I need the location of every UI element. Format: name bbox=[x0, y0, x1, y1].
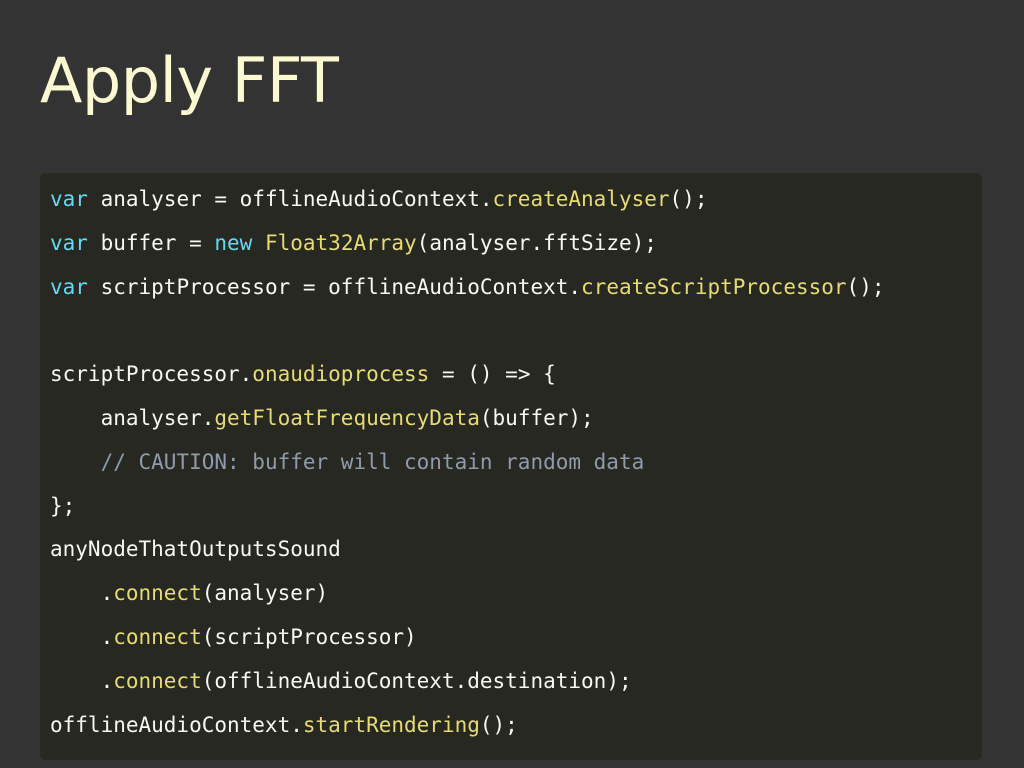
code-text: scriptProcessor = offlineAudioContext. bbox=[87, 274, 582, 299]
code-text: (); bbox=[846, 274, 885, 299]
code-function: createScriptProcessor bbox=[581, 274, 847, 299]
code-keyword: var bbox=[50, 230, 88, 255]
code-text: (buffer); bbox=[479, 405, 594, 430]
code-text: (analyser) bbox=[201, 581, 329, 606]
code-text: . bbox=[50, 581, 114, 606]
code-text: (); bbox=[669, 187, 708, 211]
code-keyword: var bbox=[50, 187, 88, 211]
code-keyword: new bbox=[214, 230, 253, 255]
code-text: anyNodeThatOutputsSound bbox=[50, 537, 341, 562]
code-text: (); bbox=[479, 712, 518, 737]
code-text: buffer = bbox=[87, 230, 215, 255]
code-keyword: var bbox=[50, 274, 88, 299]
code-line: var analyser = offlineAudioContext.creat… bbox=[50, 178, 982, 222]
code-text: . bbox=[50, 624, 114, 649]
code-block: var analyser = offlineAudioContext.creat… bbox=[40, 173, 982, 760]
code-line: // CAUTION: buffer will contain random d… bbox=[50, 441, 982, 485]
code-text: }; bbox=[50, 493, 76, 518]
code-text: (scriptProcessor) bbox=[201, 624, 417, 649]
code-function: getFloatFrequencyData bbox=[214, 405, 480, 430]
code-function: createAnalyser bbox=[492, 187, 670, 211]
slide: Apply FFT var analyser = offlineAudioCon… bbox=[0, 0, 1024, 768]
code-function: connect bbox=[113, 624, 202, 649]
code-text: analyser. bbox=[50, 405, 215, 430]
code-function: Float32Array bbox=[264, 230, 417, 255]
code-line: analyser.getFloatFrequencyData(buffer); bbox=[50, 397, 982, 441]
code-line: scriptProcessor.onaudioprocess = () => { bbox=[50, 353, 982, 397]
code-line: var scriptProcessor = offlineAudioContex… bbox=[50, 266, 982, 310]
code-function: onaudioprocess bbox=[252, 362, 430, 387]
code-text: (offlineAudioContext.destination); bbox=[201, 668, 632, 693]
code-text: (analyser.fftSize); bbox=[416, 230, 657, 255]
code-line: offlineAudioContext.startRendering(); bbox=[50, 704, 982, 748]
code-line: }; bbox=[50, 485, 982, 529]
code-text: scriptProcessor. bbox=[50, 362, 253, 387]
code-line: .connect(analyser) bbox=[50, 572, 982, 616]
code-function: connect bbox=[113, 668, 202, 693]
code-function: connect bbox=[113, 581, 202, 606]
slide-title: Apply FFT bbox=[40, 44, 339, 117]
code-comment: // CAUTION: buffer will contain random d… bbox=[100, 449, 645, 474]
code-text: . bbox=[50, 668, 114, 693]
code-line: var buffer = new Float32Array(analyser.f… bbox=[50, 222, 982, 266]
code-function: startRendering bbox=[302, 712, 480, 737]
code-text: = () => { bbox=[429, 362, 556, 387]
code-line: anyNodeThatOutputsSound bbox=[50, 528, 982, 572]
code-text: analyser = offlineAudioContext. bbox=[87, 187, 493, 211]
code-text: offlineAudioContext. bbox=[50, 712, 303, 737]
code-line: .connect(offlineAudioContext.destination… bbox=[50, 660, 982, 704]
code-line: .connect(scriptProcessor) bbox=[50, 616, 982, 660]
